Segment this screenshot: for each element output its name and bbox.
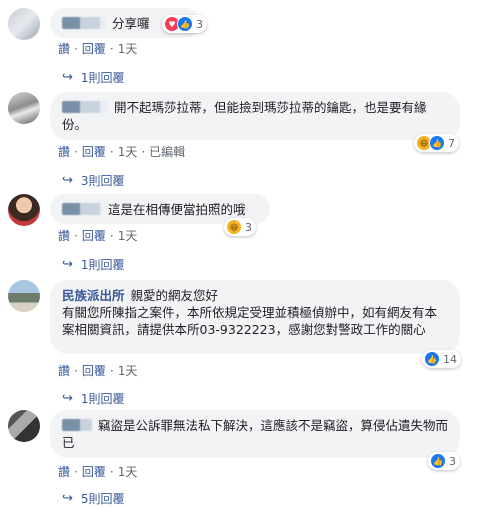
- author-name-redacted[interactable]: [62, 419, 92, 431]
- avatar[interactable]: [8, 8, 40, 40]
- comment-actions: 讚 · 回覆 · 1天 · 已編輯: [58, 145, 186, 159]
- reply-button[interactable]: 回覆: [82, 145, 106, 159]
- author-name-redacted[interactable]: [62, 101, 108, 113]
- comment-text: 竊盜是公訴罪無法私下解決，這應該不是竊盜，算侵佔遺失物而已: [62, 418, 449, 450]
- reaction-count: 14: [443, 352, 457, 366]
- reaction-summary[interactable]: 👍 14: [422, 350, 461, 368]
- avatar[interactable]: [8, 280, 40, 312]
- reply-arrow-icon: ↪: [62, 391, 73, 406]
- reply-arrow-icon: ↪: [62, 491, 73, 506]
- comment-actions: 讚 · 回覆 · 1天: [58, 229, 138, 243]
- avatar[interactable]: [8, 92, 40, 124]
- like-button[interactable]: 讚: [58, 145, 70, 159]
- comment-text: 分享囉: [112, 16, 150, 31]
- like-icon: 👍: [177, 16, 193, 32]
- view-replies-link[interactable]: ↪ 3則回覆: [62, 172, 125, 189]
- reply-button[interactable]: 回覆: [82, 364, 106, 378]
- comment-actions: 讚 · 回覆 · 1天: [58, 42, 138, 56]
- reaction-summary[interactable]: 😆 👍 7: [414, 134, 459, 152]
- reaction-summary[interactable]: 😆 3: [224, 218, 256, 236]
- replies-count: 3則回覆: [80, 174, 125, 188]
- comment-text: 有關您所陳指之案件，本所依規定受理並積極偵辦中，如有網友有本案相關資訊，請提供本…: [62, 305, 438, 337]
- comment-bubble: 民族派出所 親愛的網友您好 有關您所陳指之案件，本所依規定受理並積極偵辦中，如有網…: [50, 280, 460, 354]
- comment-bubble: 開不起瑪莎拉蒂，但能撿到瑪莎拉蒂的鑰匙，也是要有緣份。: [50, 92, 460, 140]
- like-icon: 👍: [430, 453, 446, 469]
- reaction-count: 7: [448, 136, 455, 150]
- comment-actions: 讚 · 回覆 · 1天: [58, 364, 138, 378]
- reply-arrow-icon: ↪: [62, 70, 73, 85]
- reply-arrow-icon: ↪: [62, 173, 73, 188]
- reaction-count: 3: [196, 17, 203, 31]
- author-name-redacted[interactable]: [62, 17, 106, 29]
- comment-text: 開不起瑪莎拉蒂，但能撿到瑪莎拉蒂的鑰匙，也是要有緣份。: [62, 100, 427, 132]
- timestamp[interactable]: 1天: [118, 364, 138, 378]
- author-name[interactable]: 民族派出所: [62, 288, 125, 303]
- replies-count: 1則回覆: [80, 392, 125, 406]
- comment-greeting: 親愛的網友您好: [130, 288, 219, 303]
- view-replies-link[interactable]: ↪ 1則回覆: [62, 69, 125, 86]
- haha-icon: 😆: [226, 219, 242, 235]
- avatar[interactable]: [8, 410, 40, 442]
- reply-button[interactable]: 回覆: [82, 229, 106, 243]
- reaction-count: 3: [245, 220, 252, 234]
- reply-button[interactable]: 回覆: [82, 42, 106, 56]
- like-button[interactable]: 讚: [58, 465, 70, 479]
- view-replies-link[interactable]: ↪ 1則回覆: [62, 256, 125, 273]
- timestamp[interactable]: 1天: [118, 229, 138, 243]
- like-icon: 👍: [429, 135, 445, 151]
- timestamp[interactable]: 1天: [118, 42, 138, 56]
- avatar[interactable]: [8, 194, 40, 226]
- like-button[interactable]: 讚: [58, 229, 70, 243]
- like-button[interactable]: 讚: [58, 42, 70, 56]
- replies-count: 1則回覆: [80, 258, 125, 272]
- reaction-summary[interactable]: 👍 3: [428, 452, 460, 470]
- timestamp[interactable]: 1天: [118, 145, 138, 159]
- replies-count: 5則回覆: [80, 492, 125, 506]
- view-replies-link[interactable]: ↪ 5則回覆: [62, 490, 125, 507]
- reaction-summary[interactable]: ♥ 👍 3: [162, 15, 207, 33]
- comment-actions: 讚 · 回覆 · 1天: [58, 465, 138, 479]
- view-replies-link[interactable]: ↪ 1則回覆: [62, 390, 125, 407]
- comment-bubble: 竊盜是公訴罪無法私下解決，這應該不是竊盜，算侵佔遺失物而已: [50, 410, 460, 458]
- reply-arrow-icon: ↪: [62, 257, 73, 272]
- like-icon: 👍: [424, 351, 440, 367]
- like-button[interactable]: 讚: [58, 364, 70, 378]
- author-name-redacted[interactable]: [62, 203, 102, 215]
- reaction-count: 3: [449, 454, 456, 468]
- edited-label[interactable]: 已編輯: [149, 145, 185, 159]
- replies-count: 1則回覆: [80, 71, 125, 85]
- comment-text: 這是在相傳便當拍照的哦: [108, 202, 246, 217]
- timestamp[interactable]: 1天: [118, 465, 138, 479]
- reply-button[interactable]: 回覆: [82, 465, 106, 479]
